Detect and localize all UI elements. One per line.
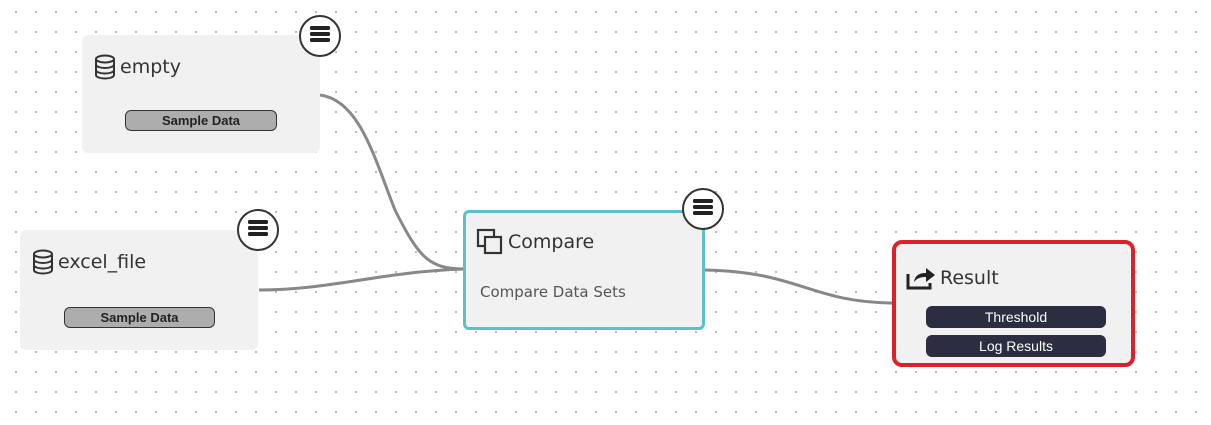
node-compare-subtitle: Compare Data Sets <box>480 283 626 301</box>
node-compare-label: Compare <box>508 231 595 253</box>
node-result[interactable]: Result Threshold Log Results <box>892 240 1135 367</box>
database-icon <box>94 54 116 80</box>
node-empty-label: empty <box>120 56 181 78</box>
edge-compare-to-result <box>704 268 893 305</box>
node-empty-menu-button[interactable] <box>299 15 341 57</box>
hamburger-icon <box>693 198 713 220</box>
node-compare-title: Compare <box>476 228 594 256</box>
node-compare[interactable]: Compare Compare Data Sets <box>463 210 705 330</box>
node-excel-file-title: excel_file <box>32 249 146 275</box>
node-empty-title: empty <box>94 54 181 80</box>
log-results-tag[interactable]: Log Results <box>926 335 1106 357</box>
workflow-canvas[interactable]: empty Sample Data excel_file Sample Data… <box>0 0 1211 425</box>
node-excel-file[interactable]: excel_file Sample Data <box>20 230 258 350</box>
sample-data-badge[interactable]: Sample Data <box>125 110 277 131</box>
sample-data-badge[interactable]: Sample Data <box>64 307 215 328</box>
hamburger-icon <box>310 25 330 47</box>
copy-icon <box>476 228 504 256</box>
threshold-tag[interactable]: Threshold <box>926 306 1106 328</box>
edge-excel-file-to-compare <box>258 267 464 292</box>
database-icon <box>32 249 54 275</box>
share-icon <box>906 266 936 290</box>
hamburger-icon <box>248 219 268 241</box>
node-result-title: Result <box>906 266 999 290</box>
node-result-label: Result <box>940 267 999 289</box>
node-empty[interactable]: empty Sample Data <box>82 35 320 153</box>
node-compare-menu-button[interactable] <box>682 188 724 230</box>
node-excel-file-menu-button[interactable] <box>237 209 279 251</box>
edge-empty-to-compare <box>319 93 464 271</box>
node-excel-file-label: excel_file <box>58 251 147 273</box>
